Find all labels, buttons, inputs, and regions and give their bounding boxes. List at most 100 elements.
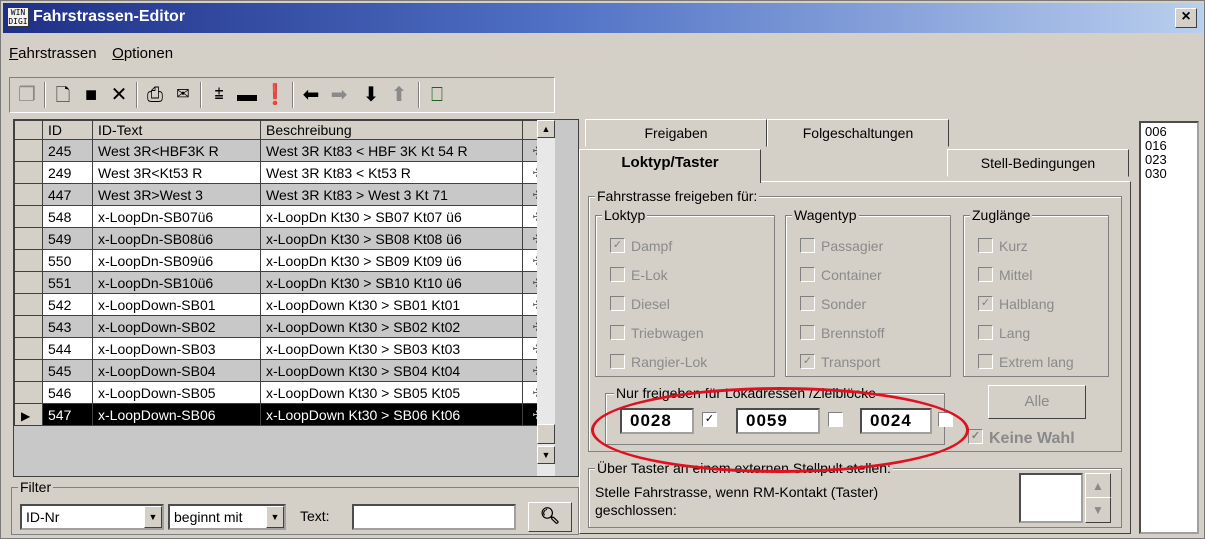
tab-loktyp-taster[interactable]: Loktyp/Taster (579, 149, 761, 183)
column-header-description[interactable]: Beschreibung (260, 120, 523, 140)
zuglaenge-checkbox-3[interactable]: Halblang (978, 295, 1054, 314)
row-selector[interactable] (14, 227, 43, 250)
table-row[interactable]: 549 x-LoopDn-SB08ü6 x-LoopDn Kt30 > SB08 K… (14, 227, 553, 250)
list-item[interactable]: 030 (1145, 167, 1193, 181)
new-document-icon[interactable]: 🗋 (50, 82, 76, 108)
address-field-1[interactable]: 0028 (620, 408, 694, 434)
checkbox-box[interactable] (978, 237, 993, 253)
address-field-2[interactable]: 0059 (736, 408, 820, 434)
row-selector[interactable] (14, 205, 43, 228)
wagentyp-checkbox-1[interactable]: Passagier (800, 237, 883, 256)
menu-fahrstrassen[interactable]: Fahrstrassen (9, 45, 97, 62)
block-icon[interactable]: ▬ (234, 82, 260, 108)
stamp-icon[interactable]: ✉ (170, 82, 196, 108)
checkbox-box[interactable] (800, 295, 815, 311)
tab-freigaben[interactable]: Freigaben (585, 119, 767, 147)
arrow-up-icon[interactable]: ⬆ (386, 82, 412, 108)
binoculars-icon[interactable]: 🔍︎ (528, 502, 572, 532)
checkbox-box[interactable] (610, 324, 625, 340)
row-selector[interactable] (14, 359, 43, 382)
checkbox-box[interactable] (800, 266, 815, 282)
checkbox-box[interactable] (978, 295, 993, 311)
checkbox-box[interactable] (610, 353, 625, 369)
arrow-right-icon[interactable]: ➡ (326, 82, 352, 108)
arrow-left-icon[interactable]: ⬅ (298, 82, 324, 108)
checkbox-box[interactable] (610, 295, 625, 311)
list-item[interactable]: 006 (1145, 125, 1193, 139)
address-checkbox-2[interactable] (828, 412, 843, 427)
wagentyp-checkbox-4[interactable]: Brennstoff (800, 324, 885, 343)
filter-text-input[interactable] (352, 504, 516, 530)
checkbox-box[interactable] (610, 266, 625, 282)
table-row[interactable]: 550 x-LoopDn-SB09ü6 x-LoopDn Kt30 > SB09 K… (14, 249, 553, 272)
address-checkbox-3[interactable] (938, 412, 953, 427)
tab-folgeschaltungen[interactable]: Folgeschaltungen (767, 119, 949, 147)
route-grid[interactable]: ID ID-Text Beschreibung 245 West 3R<HBF3K… (13, 119, 579, 477)
row-selector[interactable]: ▶ (14, 403, 43, 426)
checkbox-box[interactable] (800, 237, 815, 253)
column-header-id-text[interactable]: ID-Text (92, 120, 261, 140)
column-header-id[interactable]: ID (42, 120, 93, 140)
filter-mode-select[interactable]: beginnt mit ▼ (168, 504, 286, 530)
address-checkbox-1[interactable] (702, 412, 717, 427)
checkbox-box[interactable] (978, 324, 993, 340)
row-selector[interactable] (14, 271, 43, 294)
keine-wahl-check[interactable] (968, 429, 983, 445)
row-selector[interactable] (14, 161, 43, 184)
list-item[interactable]: 023 (1145, 153, 1193, 167)
row-selector[interactable] (14, 381, 43, 404)
list-item[interactable]: 016 (1145, 139, 1193, 153)
copy-icon[interactable]: ❐ (14, 82, 40, 108)
table-row[interactable]: 543 x-LoopDown-SB02 x-LoopDown Kt30 > SB02… (14, 315, 553, 338)
row-selector[interactable] (14, 293, 43, 316)
wagentyp-checkbox-2[interactable]: Container (800, 266, 882, 285)
table-row[interactable]: 249West 3R<Kt53 RWest 3R Kt83 < Kt53 R✈ (14, 161, 553, 184)
loktyp-checkbox-3[interactable]: Diesel (610, 295, 670, 314)
spin-up-icon[interactable]: ▲ (1085, 473, 1111, 499)
row-selector[interactable] (14, 337, 43, 360)
checkbox-box[interactable] (978, 353, 993, 369)
row-selector[interactable] (14, 315, 43, 338)
loktyp-checkbox-5[interactable]: Rangier-Lok (610, 353, 707, 372)
checkbox-box[interactable] (978, 266, 993, 282)
table-row[interactable]: 245 West 3R<HBF3K R West 3R Kt83 < HBF 3K … (14, 139, 553, 162)
grid-scrollbar[interactable]: ▲ ▼ (537, 120, 555, 476)
row-selector[interactable] (14, 139, 43, 162)
warning-icon[interactable]: ❗ (262, 82, 288, 108)
alle-button[interactable]: Alle (988, 385, 1086, 419)
table-row[interactable]: ▶ 547 x-LoopDown-SB06 x-LoopDown Kt30 > SB0… (14, 403, 553, 426)
row-selector[interactable] (14, 183, 43, 206)
zuglaenge-checkbox-1[interactable]: Kurz (978, 237, 1028, 256)
row-selector[interactable] (14, 249, 43, 272)
filter-field-select[interactable]: ID-Nr ▼ (20, 504, 164, 530)
table-row[interactable]: 447 West 3R>West 3 West 3R Kt83 > West 3 K… (14, 183, 553, 206)
loktyp-checkbox-1[interactable]: Dampf (610, 237, 672, 256)
tab-stell-bedingungen[interactable]: Stell-Bedingungen (947, 149, 1129, 177)
checkbox-box[interactable] (800, 353, 815, 369)
chevron-down-icon[interactable]: ▼ (266, 506, 284, 528)
print-icon[interactable]: ⎙ (142, 82, 168, 108)
zuglaenge-checkbox-4[interactable]: Lang (978, 324, 1030, 343)
table-row[interactable]: 545 x-LoopDown-SB04 x-LoopDown Kt30 > SB04… (14, 359, 553, 382)
loktyp-checkbox-4[interactable]: Triebwagen (610, 324, 704, 343)
exit-icon[interactable]: ⎕ (424, 82, 450, 108)
taster-spin-input[interactable]: ▲ ▼ (1019, 473, 1111, 523)
table-row[interactable]: 548 x-LoopDn-SB07ü6 x-LoopDn Kt30 > SB07 K… (14, 205, 553, 228)
table-row[interactable]: 544 x-LoopDown-SB03 x-LoopDown Kt30 > SB03… (14, 337, 553, 360)
route-icon[interactable]: ⩲ (206, 82, 232, 108)
table-row[interactable]: 546 x-LoopDown-SB05 x-LoopDown Kt30 > SB05… (14, 381, 553, 404)
checkbox-box[interactable] (800, 324, 815, 340)
close-button[interactable]: × (1175, 8, 1197, 28)
wagentyp-checkbox-5[interactable]: Transport (800, 353, 880, 372)
title-bar[interactable]: WIN DIGI Fahrstrassen-Editor × (3, 3, 1203, 33)
zuglaenge-checkbox-5[interactable]: Extrem lang (978, 353, 1074, 372)
chevron-down-icon[interactable]: ▼ (144, 506, 162, 528)
scroll-down-icon[interactable]: ▼ (537, 446, 555, 464)
loktyp-checkbox-2[interactable]: E-Lok (610, 266, 668, 285)
table-row[interactable]: 551 x-LoopDn-SB10ü6 x-LoopDn Kt30 > SB10 K… (14, 271, 553, 294)
table-row[interactable]: 542 x-LoopDown-SB01 x-LoopDown Kt30 > SB01… (14, 293, 553, 316)
arrow-down-icon[interactable]: ⬇ (358, 82, 384, 108)
scroll-up-icon[interactable]: ▲ (537, 120, 555, 138)
menu-optionen[interactable]: Optionen (112, 45, 173, 62)
scroll-thumb[interactable] (537, 424, 555, 444)
